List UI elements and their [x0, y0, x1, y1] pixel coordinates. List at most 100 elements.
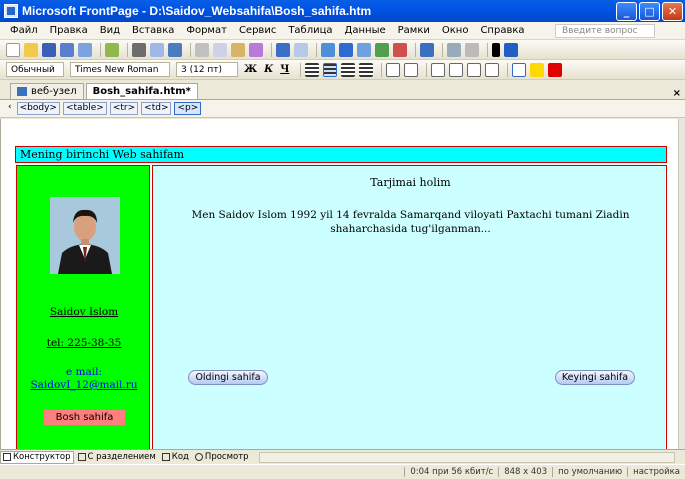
- tag-scroll-left-icon[interactable]: ‹: [6, 102, 14, 115]
- insert-table-icon[interactable]: [339, 42, 353, 57]
- horizontal-scrollbar[interactable]: [258, 451, 675, 463]
- format-painter-icon[interactable]: [249, 42, 263, 57]
- close-document-icon[interactable]: ×: [673, 88, 681, 99]
- tab-website-label: веб-узел: [31, 86, 77, 97]
- next-page-button[interactable]: Keyingi sahifa: [555, 370, 635, 385]
- menu-frames[interactable]: Рамки: [398, 25, 430, 36]
- insert-picture-icon[interactable]: [375, 42, 389, 57]
- font-dropdown[interactable]: Times New Roman: [70, 62, 170, 77]
- open-folder-icon[interactable]: [24, 42, 38, 57]
- design-view-label: Конструктор: [13, 452, 71, 462]
- print-preview-icon[interactable]: [150, 42, 164, 57]
- left-column-cell[interactable]: Saidov Islom tel: 225-38-35 e mail: Said…: [16, 165, 150, 449]
- menu-insert[interactable]: Вставка: [132, 25, 174, 36]
- split-view-icon: [77, 453, 86, 461]
- settings-link[interactable]: настройка: [627, 467, 685, 477]
- font-color-icon[interactable]: [548, 62, 563, 77]
- name-link[interactable]: Saidov Islom: [17, 306, 151, 318]
- page-dimensions[interactable]: 848 x 403: [498, 467, 552, 477]
- maximize-button[interactable]: □: [639, 1, 660, 21]
- toggle-pane-icon[interactable]: [105, 42, 119, 57]
- show-all-icon[interactable]: [492, 42, 500, 57]
- menu-format[interactable]: Формат: [186, 25, 227, 36]
- undo-icon[interactable]: [276, 42, 290, 57]
- home-button[interactable]: Bosh sahifa: [44, 410, 125, 425]
- increase-indent-icon[interactable]: [485, 62, 500, 77]
- align-right-icon[interactable]: [341, 62, 356, 77]
- frontpage-icon[interactable]: [4, 4, 18, 18]
- menu-help[interactable]: Справка: [480, 25, 524, 36]
- web-component-icon[interactable]: [321, 42, 335, 57]
- print-icon[interactable]: [132, 42, 146, 57]
- tab-bosh-sahifa[interactable]: Bosh_sahifa.htm*: [85, 83, 198, 99]
- minimize-button[interactable]: _: [616, 1, 637, 21]
- decrease-font-icon[interactable]: [404, 62, 419, 77]
- borders-icon[interactable]: [512, 62, 527, 77]
- compatibility-default[interactable]: по умолчанию: [552, 467, 627, 477]
- tab-website[interactable]: веб-узел: [10, 83, 84, 99]
- design-canvas[interactable]: Mening birinchi Web sahifam Saidov Islom…: [0, 119, 678, 449]
- tab-file-label: Bosh_sahifa.htm*: [92, 86, 191, 97]
- menu-file[interactable]: Файл: [10, 25, 38, 36]
- menu-window[interactable]: Окно: [442, 25, 469, 36]
- align-center-icon[interactable]: [323, 62, 338, 77]
- new-page-icon[interactable]: [6, 42, 20, 57]
- cut-icon[interactable]: [195, 42, 209, 57]
- menu-tools[interactable]: Сервис: [239, 25, 276, 36]
- close-button[interactable]: ✕: [662, 1, 683, 21]
- italic-button[interactable]: К: [264, 64, 273, 75]
- bio-text: Men Saidov Islom 1992 yil 14 fevralda Sa…: [191, 209, 630, 235]
- tab-split-view[interactable]: С разделением: [76, 451, 158, 464]
- view-tabs: Конструктор С разделением Код Просмотр: [0, 449, 685, 464]
- formatting-toolbar: Обычный Times New Roman 3 (12 пт) Ж К Ч: [0, 60, 685, 80]
- highlight-icon[interactable]: [530, 62, 545, 77]
- help-search-input[interactable]: Введите вопрос: [555, 23, 655, 38]
- help-icon[interactable]: [504, 42, 518, 57]
- profile-photo[interactable]: [50, 197, 120, 274]
- portrait-image: [50, 197, 120, 274]
- tab-preview-view[interactable]: Просмотр: [193, 451, 251, 464]
- previous-page-button[interactable]: Oldingi sahifa: [188, 370, 268, 385]
- bold-button[interactable]: Ж: [244, 64, 257, 75]
- tag-p[interactable]: <p>: [174, 102, 202, 115]
- numbering-icon[interactable]: [431, 62, 446, 77]
- menu-data[interactable]: Данные: [345, 25, 386, 36]
- justify-icon[interactable]: [359, 62, 374, 77]
- search-icon[interactable]: [60, 42, 74, 57]
- split-view-label: С разделением: [87, 452, 156, 462]
- main-content-cell[interactable]: Tarjimai holim Men Saidov Islom 1992 yil…: [152, 165, 667, 449]
- vertical-scrollbar[interactable]: [678, 119, 685, 449]
- stop-icon[interactable]: [465, 42, 479, 57]
- copy-icon[interactable]: [213, 42, 227, 57]
- size-dropdown[interactable]: 3 (12 пт): [176, 62, 238, 77]
- paste-icon[interactable]: [231, 42, 245, 57]
- style-dropdown[interactable]: Обычный: [6, 62, 64, 77]
- spelling-icon[interactable]: [168, 42, 182, 57]
- drawing-icon[interactable]: [393, 42, 407, 57]
- tag-body[interactable]: <body>: [16, 102, 60, 115]
- tag-table[interactable]: <table>: [62, 102, 107, 115]
- bullets-icon[interactable]: [449, 62, 464, 77]
- status-bar: 0:04 при 56 кбит/с 848 x 403 по умолчани…: [0, 464, 685, 479]
- menu-table[interactable]: Таблица: [288, 25, 332, 36]
- save-icon[interactable]: [42, 42, 56, 57]
- increase-font-icon[interactable]: [386, 62, 401, 77]
- tag-td[interactable]: <td>: [141, 102, 172, 115]
- page-header-cell[interactable]: Mening birinchi Web sahifam: [15, 146, 667, 163]
- tab-design-view[interactable]: Конструктор: [0, 450, 74, 464]
- redo-icon[interactable]: [294, 42, 308, 57]
- insert-layer-icon[interactable]: [357, 42, 371, 57]
- email-link[interactable]: SaidovI_12@mail.ru: [17, 379, 151, 391]
- underline-button[interactable]: Ч: [280, 64, 289, 75]
- refresh-icon[interactable]: [447, 42, 461, 57]
- tag-tr[interactable]: <tr>: [109, 102, 139, 115]
- publish-icon[interactable]: [78, 42, 92, 57]
- toolbar-separator: [426, 62, 428, 77]
- menu-view[interactable]: Вид: [100, 25, 120, 36]
- decrease-indent-icon[interactable]: [467, 62, 482, 77]
- hyperlink-icon[interactable]: [420, 42, 434, 57]
- toolbar-separator: [100, 42, 101, 57]
- tab-code-view[interactable]: Код: [160, 451, 191, 464]
- align-left-icon[interactable]: [305, 62, 320, 77]
- menu-edit[interactable]: Правка: [50, 25, 88, 36]
